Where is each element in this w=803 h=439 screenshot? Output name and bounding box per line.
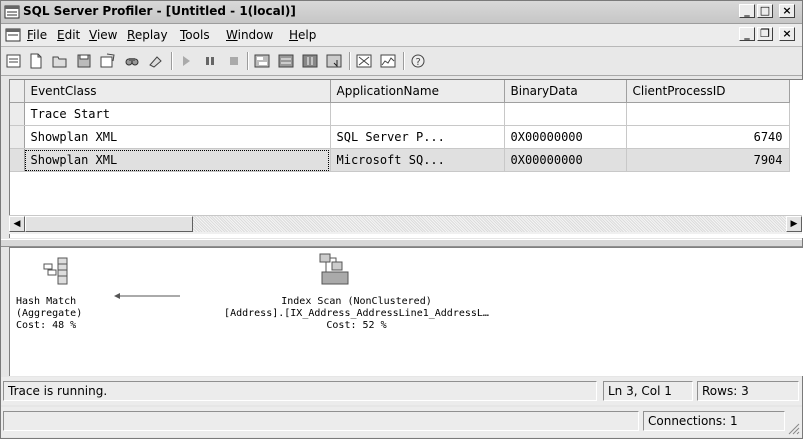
profiler-app-icon [4,5,20,19]
column-header-clientprocessid[interactable]: ClientProcessID [626,80,790,103]
status-message: Trace is running. [3,381,597,401]
toolbar-separator [403,52,405,70]
status-bar: Trace is running. Ln 3, Col 1 Rows: 3 [1,377,802,405]
row-header[interactable] [10,102,25,126]
header-row: EventClass ApplicationName BinaryData Cl… [10,80,790,103]
stop-icon[interactable] [225,52,243,70]
table-row[interactable]: Trace Start [10,102,790,126]
row-header[interactable] [10,148,25,172]
scroll-track[interactable] [193,216,786,232]
columns-icon[interactable] [301,52,319,70]
resize-grip-icon[interactable] [788,423,800,435]
menu-view[interactable]: View [89,28,117,42]
cell-eventclass[interactable]: Showplan XML [24,125,331,149]
row-header[interactable] [10,125,25,149]
new-trace-icon[interactable] [27,52,45,70]
cell-applicationname[interactable] [330,102,505,126]
table-row-selected[interactable]: Showplan XML Microsoft SQ... 0X00000000 … [10,148,790,172]
scroll-right-arrow-icon[interactable]: ▶ [786,216,802,232]
title-bar[interactable]: SQL Server Profiler - [Untitled - 1(loca… [1,1,802,24]
toolbar-separator [171,52,173,70]
status-connections: Connections: 1 [643,411,785,431]
mdi-restore-button[interactable]: ❐ [757,27,773,41]
save-icon[interactable] [75,52,93,70]
scroll-thumb[interactable] [25,216,193,232]
autoscroll-icon[interactable] [325,52,343,70]
menu-tools[interactable]: Tools [180,28,210,42]
hash-match-icon[interactable] [42,256,70,286]
perfmon-icon[interactable] [379,52,397,70]
menu-replay[interactable]: Replay [127,28,168,42]
toolbar: ? [1,47,802,76]
svg-text:?: ? [416,57,421,68]
status-rows: Rows: 3 [697,381,799,401]
list-icon[interactable] [277,52,295,70]
minimize-button[interactable]: _ [739,4,755,18]
properties-icon[interactable] [5,52,23,70]
menu-help[interactable]: Help [289,28,316,42]
cell-clientprocessid[interactable]: 6740 [626,125,790,149]
menu-file[interactable]: File [27,28,47,42]
cell-binarydata[interactable]: 0X00000000 [504,125,627,149]
table-row[interactable]: Showplan XML SQL Server P... 0X00000000 … [10,125,790,149]
document-icon[interactable] [5,27,21,43]
column-header-binarydata[interactable]: BinaryData [504,80,627,103]
cell-clientprocessid[interactable]: 7904 [626,148,790,172]
toolbar-separator [349,52,351,70]
pane-splitter[interactable] [1,239,802,247]
cell-eventclass[interactable]: Trace Start [24,102,331,126]
menu-window[interactable]: Window [226,28,273,42]
status-empty-panel [3,411,639,431]
menu-bar: File Edit View Replay Tools Window Help … [1,24,802,47]
help-icon[interactable]: ? [409,52,427,70]
horizontal-scrollbar[interactable]: ◀ ▶ [9,215,802,234]
template-icon[interactable] [99,52,117,70]
toolbar-separator [247,52,249,70]
status-position: Ln 3, Col 1 [603,381,693,401]
cell-applicationname[interactable]: SQL Server P... [330,125,505,149]
connection-status-bar: Connections: 1 [1,407,802,437]
pause-icon[interactable] [201,52,219,70]
row-header-corner[interactable] [10,80,25,103]
cell-clientprocessid[interactable] [626,102,790,126]
data-flow-arrow-icon [114,293,180,299]
open-icon[interactable] [51,52,69,70]
hash-match-label: Hash Match (Aggregate) Cost: 48 % [16,296,83,331]
profiler-window: SQL Server Profiler - [Untitled - 1(loca… [0,0,803,439]
tuning-icon[interactable] [355,52,373,70]
index-scan-icon[interactable] [318,252,350,286]
play-icon[interactable] [177,52,195,70]
window-title: SQL Server Profiler - [Untitled - 1(loca… [23,4,296,18]
clear-icon[interactable] [147,52,165,70]
close-button[interactable]: × [779,4,795,18]
menu-edit[interactable]: Edit [57,28,80,42]
cell-eventclass[interactable]: Showplan XML [24,148,331,172]
find-icon[interactable] [123,52,141,70]
cell-binarydata[interactable] [504,102,627,126]
column-header-eventclass[interactable]: EventClass [24,80,331,103]
index-scan-label: Index Scan (NonClustered) [Address].[IX_A… [224,296,489,331]
mdi-minimize-button[interactable]: _ [739,27,755,41]
cell-applicationname[interactable]: Microsoft SQ... [330,148,505,172]
scroll-left-arrow-icon[interactable]: ◀ [9,216,25,232]
column-header-applicationname[interactable]: ApplicationName [330,80,505,103]
group-icon[interactable] [253,52,271,70]
trace-table: EventClass ApplicationName BinaryData Cl… [10,80,790,172]
mdi-close-button[interactable]: × [779,27,795,41]
execution-plan-pane: Hash Match (Aggregate) Cost: 48 % Index Sc… [9,247,803,376]
cell-binarydata[interactable]: 0X00000000 [504,148,627,172]
maximize-button[interactable]: □ [757,4,773,18]
